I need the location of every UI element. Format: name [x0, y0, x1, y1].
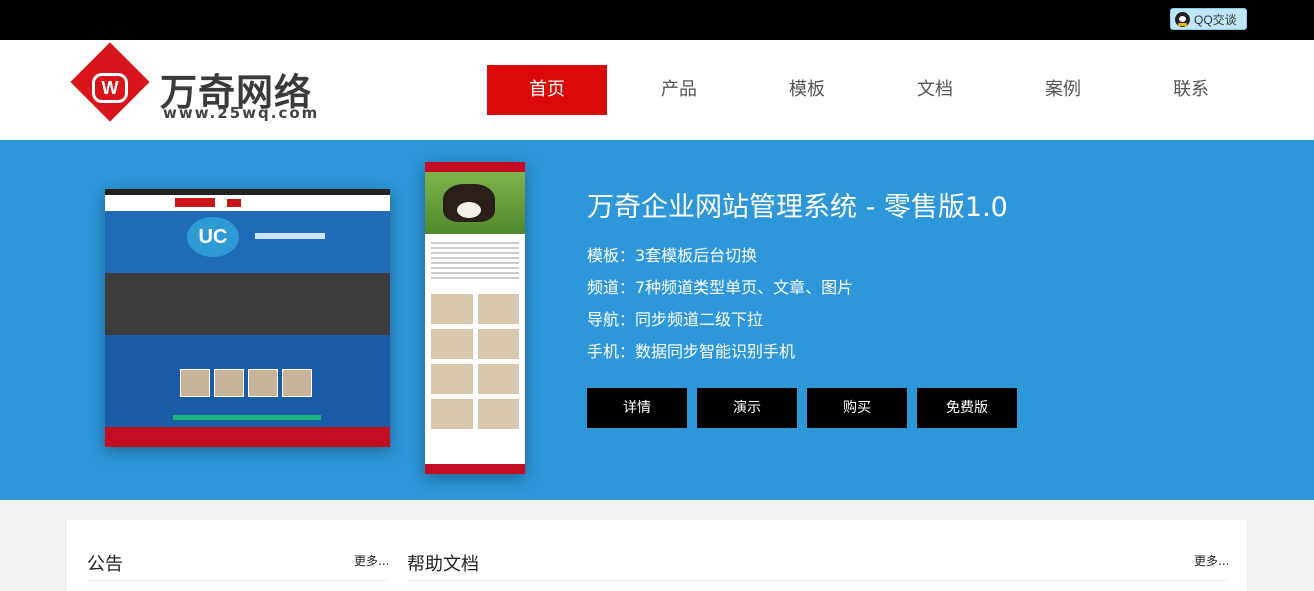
banner-title: 万奇企业网站管理系统 - 零售版1.0: [587, 192, 1008, 223]
nav-item-products[interactable]: 产品: [615, 65, 743, 115]
qq-chat-button[interactable]: QQ交谈: [1170, 8, 1247, 30]
nav-item-docs[interactable]: 文档: [871, 65, 999, 115]
feature-list: 模板：3套模板后台切换 频道：7种频道类型单页、文章、图片 导航：同步频道二级下…: [587, 244, 853, 372]
nav-item-templates[interactable]: 模板: [743, 65, 871, 115]
qq-chat-label: QQ交谈: [1194, 12, 1237, 27]
uc-logo-image: UC: [187, 217, 239, 257]
feature-templates: 模板：3套模板后台切换: [587, 246, 758, 265]
notice-divider: [87, 580, 387, 581]
dog-photo: [443, 184, 495, 222]
nav-item-home[interactable]: 首页: [487, 65, 607, 115]
banner-buttons: 详情 演示 购买 免费版: [587, 388, 1017, 428]
demo-button[interactable]: 演示: [697, 388, 797, 428]
logo-url: www.25wq.com: [163, 104, 320, 122]
free-version-button[interactable]: 免费版: [917, 388, 1017, 428]
feature-channels: 频道：7种频道类型单页、文章、图片: [587, 278, 854, 297]
nav-item-cases[interactable]: 案例: [999, 65, 1127, 115]
desktop-preview-image: UC: [105, 189, 390, 447]
top-bar: QQ交谈: [0, 0, 1314, 40]
hero-banner: UC 万奇企业网站管理系统 - 零售版1.0 模板：3套模板后台切换 频道：7种…: [0, 140, 1314, 500]
feature-navigation: 导航：同步频道二级下拉: [587, 310, 764, 329]
help-docs-more-link[interactable]: 更多...: [1194, 552, 1229, 569]
content-panels: 公告 更多... 帮助文档 更多...: [67, 520, 1247, 591]
buy-button[interactable]: 购买: [807, 388, 907, 428]
header: W 万奇网络 www.25wq.com 首页 产品 模板 文档 案例 联系: [0, 40, 1314, 140]
feature-mobile: 手机：数据同步智能识别手机: [587, 342, 796, 361]
qq-penguin-icon: [1175, 11, 1190, 27]
main-nav: 首页 产品 模板 文档 案例 联系: [487, 65, 1255, 115]
mobile-preview-image: [425, 162, 525, 474]
help-docs-divider: [407, 580, 1227, 581]
notice-more-link[interactable]: 更多...: [354, 552, 389, 569]
help-docs-title: 帮助文档: [407, 554, 479, 575]
notice-title: 公告: [87, 554, 123, 575]
logo-mark[interactable]: W: [92, 73, 128, 103]
details-button[interactable]: 详情: [587, 388, 687, 428]
nav-item-contact[interactable]: 联系: [1127, 65, 1255, 115]
